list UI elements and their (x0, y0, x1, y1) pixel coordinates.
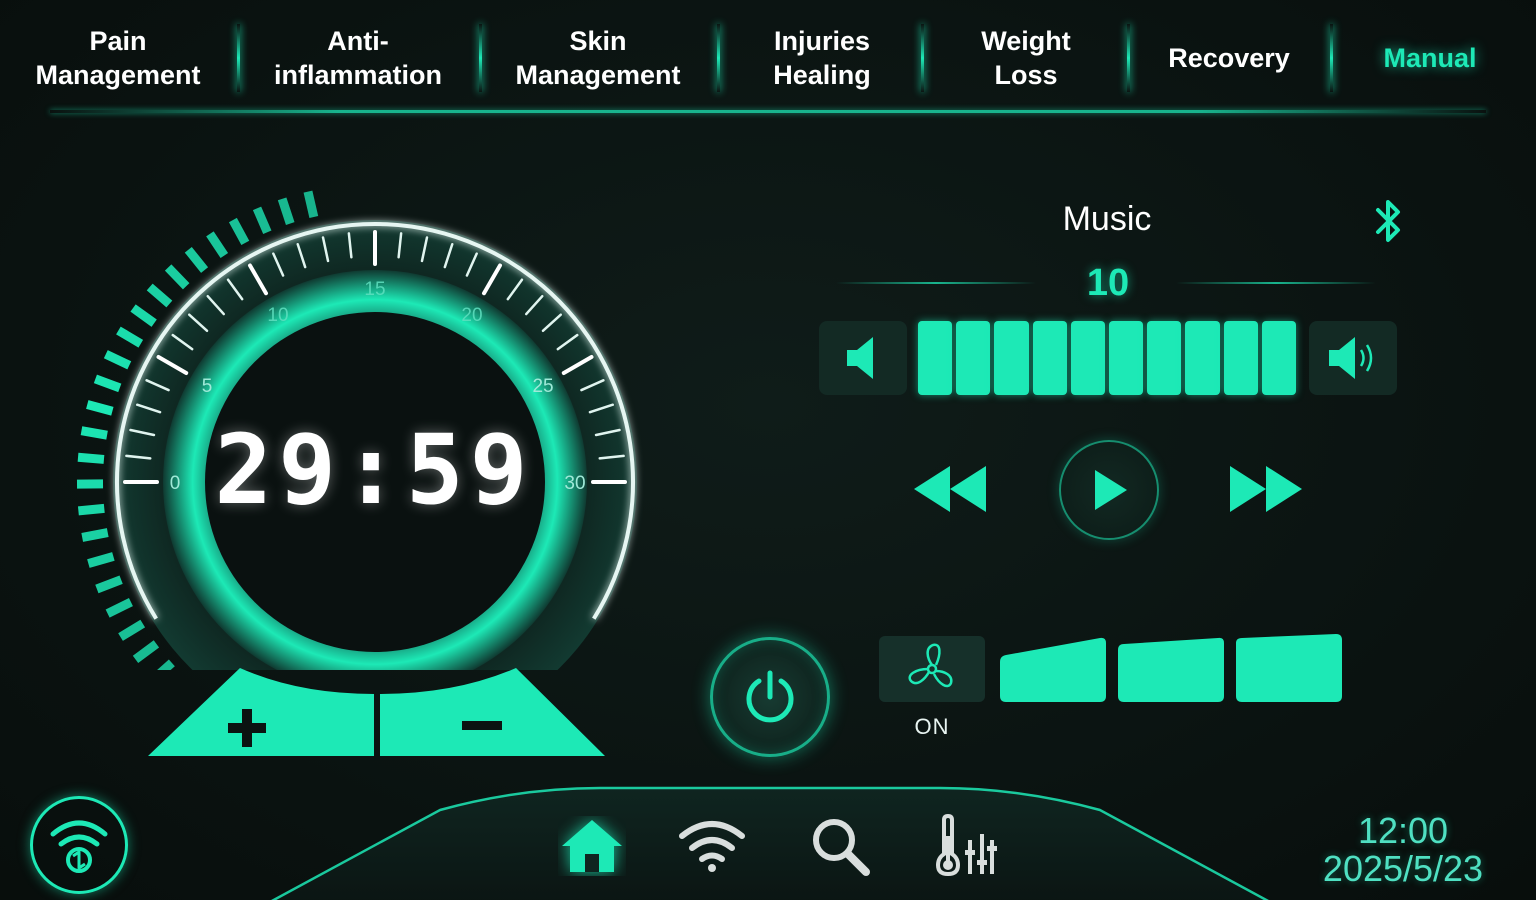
temperature-settings-icon[interactable] (932, 812, 998, 878)
tab-separator (921, 24, 924, 92)
dial-label-30: 30 (564, 473, 585, 494)
dial-progress-tick (77, 452, 105, 464)
tab-separator (717, 24, 720, 92)
fan-toggle-button[interactable] (879, 636, 985, 702)
rewind-button[interactable] (910, 462, 990, 516)
fan-level-bar (1118, 637, 1224, 702)
fan-status-label: ON (914, 714, 950, 739)
volume-slider[interactable] (918, 321, 1297, 395)
bluetooth-icon[interactable] (1368, 198, 1408, 244)
dial-progress-tick (105, 598, 133, 618)
tab-injuries-healing[interactable]: Injuries Healing (740, 18, 904, 98)
volume-value: 10 (1086, 262, 1130, 304)
tab-pain-management[interactable]: Pain Management (20, 18, 216, 98)
wifi-icon[interactable] (676, 818, 748, 874)
clock-time: 12:00 (1357, 810, 1449, 851)
mode-tab-bar: Pain Management Anti- inflammation Skin … (0, 0, 1536, 113)
volume-up-button[interactable] (1309, 321, 1397, 395)
dial-progress-tick (132, 640, 160, 663)
tab-recovery[interactable]: Recovery (1146, 18, 1312, 98)
dial-progress-tick (118, 619, 146, 641)
tab-weight-loss[interactable]: Weight Loss (944, 18, 1108, 98)
home-icon[interactable] (558, 816, 626, 876)
volume-segment[interactable] (1109, 321, 1144, 395)
dial-progress-tick (77, 503, 105, 516)
dial-progress-tick (164, 264, 190, 290)
volume-segment[interactable] (1147, 321, 1182, 395)
music-title: Music (1062, 200, 1152, 238)
tab-skin-management[interactable]: Skin Management (500, 18, 696, 98)
dial-progress-tick (184, 246, 209, 273)
rewind-icon (914, 466, 986, 512)
dial-label-10: 10 (267, 305, 288, 326)
search-icon[interactable] (808, 814, 872, 878)
dial-label-0: 0 (170, 473, 181, 494)
volume-segment[interactable] (956, 321, 991, 395)
play-button[interactable] (1059, 440, 1159, 540)
tab-separator (1127, 24, 1130, 92)
dial-label-25: 25 (532, 376, 553, 397)
volume-segment[interactable] (1032, 321, 1067, 395)
dial-progress-tick (116, 326, 144, 348)
dial-progress-tick (81, 528, 109, 542)
tab-separator (1330, 24, 1333, 92)
dial-progress-tick (303, 190, 319, 218)
volume-down-icon (847, 337, 873, 379)
fan-level-2[interactable] (1118, 632, 1224, 704)
decrease-time-button[interactable] (380, 664, 606, 758)
tab-separator (479, 24, 482, 92)
dial-progress-tick (95, 575, 123, 594)
volume-line-left (836, 282, 1036, 284)
dial-progress-tick (206, 231, 229, 259)
fan-level-3[interactable] (1236, 632, 1342, 704)
dial-label-15: 15 (364, 279, 385, 300)
dial-progress-tick (93, 374, 122, 393)
dial-progress-tick (86, 400, 114, 416)
fast-forward-button[interactable] (1226, 462, 1306, 516)
dial-label-20: 20 (461, 305, 482, 326)
power-icon (746, 670, 794, 723)
timer-readout: 29:59 (214, 414, 534, 526)
tab-anti-inflammation[interactable]: Anti- inflammation (258, 18, 458, 98)
volume-segment[interactable] (1223, 321, 1258, 395)
wifi-sync-button[interactable] (30, 796, 128, 894)
minus-icon (462, 721, 502, 730)
dial-progress-tick (130, 304, 157, 327)
clock-date: 2025/5/23 (1322, 848, 1484, 889)
volume-segment[interactable] (918, 321, 953, 395)
fan-icon (908, 643, 953, 688)
dial-progress-tick (146, 283, 173, 308)
fan-level-bar (1000, 637, 1106, 702)
wifi-sync-icon (50, 820, 108, 873)
fan-level-bar (1236, 634, 1342, 702)
fan-level-1[interactable] (1000, 632, 1106, 704)
tab-bar-divider (50, 110, 1486, 113)
clock: 12:00 2025/5/23 (1290, 812, 1516, 888)
dial-progress-tick (252, 206, 272, 235)
dial-progress-tick (103, 350, 132, 370)
play-icon (1095, 470, 1127, 510)
dial-progress-tick (87, 552, 115, 568)
dial-progress-tick (228, 217, 250, 246)
dial-label-5: 5 (202, 376, 213, 397)
power-button[interactable] (710, 637, 830, 757)
volume-down-button[interactable] (819, 321, 907, 395)
tab-separator (237, 24, 240, 92)
volume-up-icon (1329, 337, 1373, 379)
volume-segment[interactable] (1261, 321, 1297, 395)
increase-time-shape (148, 668, 374, 756)
decrease-time-shape (380, 668, 605, 756)
volume-line-right (1176, 282, 1376, 284)
volume-segment[interactable] (1185, 321, 1220, 395)
dial-progress-tick (80, 426, 108, 440)
increase-time-button[interactable] (148, 664, 376, 758)
volume-segment[interactable] (994, 321, 1029, 395)
volume-segment[interactable] (1070, 321, 1106, 395)
tab-manual[interactable]: Manual (1352, 18, 1508, 98)
app-root: Pain Management Anti- inflammation Skin … (0, 0, 1536, 900)
dial-progress-tick (277, 197, 295, 225)
fast-forward-icon (1230, 466, 1302, 512)
